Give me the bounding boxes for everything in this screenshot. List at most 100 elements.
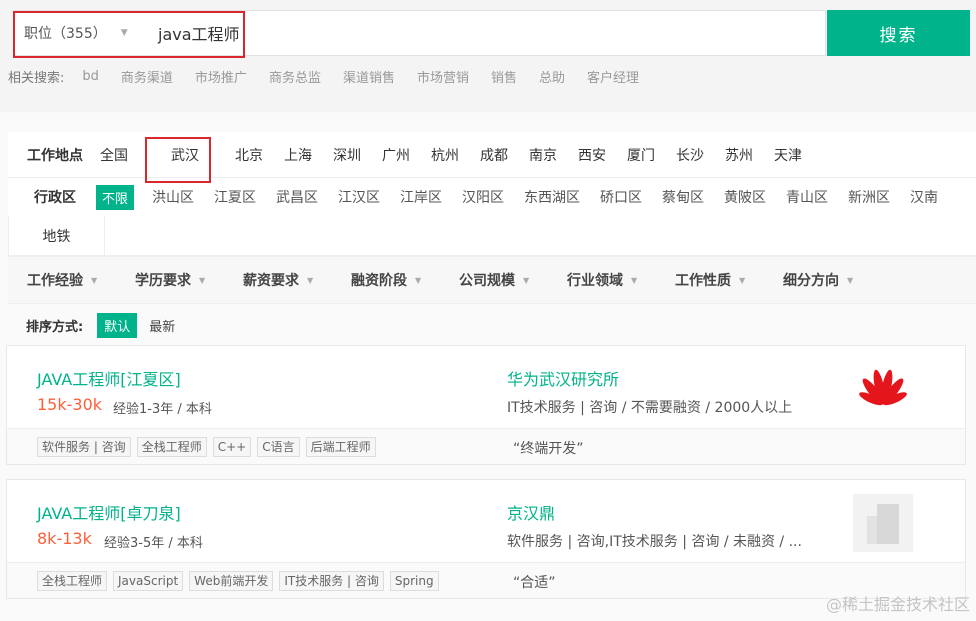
city-option[interactable]: 北京 [235, 145, 263, 165]
chevron-down-icon: ▼ [739, 275, 746, 285]
filter-dropdown-education[interactable]: 学历要求 ▼ [135, 270, 243, 290]
job-tag: IT技术服务 | 咨询 [279, 571, 384, 591]
sort-latest-button[interactable]: 最新 [149, 316, 175, 335]
search-area: 职位（355） ▼ java工程师 搜索 相关搜索: bd 商务渠道 市场推广 … [0, 0, 976, 112]
city-option[interactable]: 深圳 [333, 145, 361, 165]
district-option-all[interactable]: 不限 [96, 184, 135, 210]
chevron-down-icon: ▼ [307, 275, 314, 285]
company-industry: 软件服务 | 咨询,IT技术服务 | 咨询 / 未融资 / ... [507, 534, 802, 550]
filter-dropdown-industry[interactable]: 行业领域 ▼ [567, 270, 675, 290]
chevron-down-icon: ▼ [91, 275, 98, 285]
job-tag: Web前端开发 [189, 571, 274, 591]
district-filter-row: 行政区 不限 洪山区 江夏区 武昌区 江汉区 江岸区 汉阳区 东西湖区 硚口区 … [8, 178, 976, 216]
related-keyword[interactable]: 渠道销售 [343, 67, 395, 86]
district-option[interactable]: 江汉区 [338, 187, 380, 207]
job-tag: Spring [389, 571, 439, 591]
company-slogan: “终端开发” [513, 441, 584, 457]
dropdown-label: 公司规模 [459, 273, 515, 289]
filter-dropdown-job-type[interactable]: 工作性质 ▼ [675, 270, 783, 290]
job-card-footer: 全栈工程师 JavaScript Web前端开发 IT技术服务 | 咨询 Spr… [7, 562, 965, 598]
job-tags: 全栈工程师 JavaScript Web前端开发 IT技术服务 | 咨询 Spr… [37, 571, 445, 591]
filter-dropdown-experience[interactable]: 工作经验 ▼ [27, 270, 135, 290]
district-option[interactable]: 江夏区 [214, 187, 256, 207]
city-option[interactable]: 成都 [480, 145, 508, 165]
job-salary: 8k-13k [37, 529, 92, 548]
filter-dropdown-direction[interactable]: 细分方向 ▼ [783, 270, 891, 290]
chevron-down-icon: ▼ [415, 275, 422, 285]
district-option[interactable]: 青山区 [786, 187, 828, 207]
company-name-link[interactable]: 京汉鼎 [507, 500, 555, 524]
advanced-filter-row: 工作经验 ▼ 学历要求 ▼ 薪资要求 ▼ 融资阶段 ▼ 公司规模 ▼ 行业领域 ▼ 工作性质… [8, 256, 976, 304]
job-requirements: 经验3-5年 / 本科 [104, 536, 203, 551]
city-filter-title: 工作地点 [27, 147, 83, 164]
dropdown-label: 行业领域 [567, 273, 623, 289]
district-option[interactable]: 硚口区 [600, 187, 642, 207]
city-filter-row: 工作地点 全国 武汉 北京 上海 深圳 广州 杭州 成都 南京 西安 厦门 长沙… [8, 132, 976, 183]
district-option[interactable]: 汉阳区 [462, 187, 504, 207]
huawei-logo[interactable] [853, 360, 913, 418]
related-keyword[interactable]: 商务总监 [269, 67, 321, 86]
city-option[interactable]: 天津 [774, 145, 802, 165]
job-requirements: 经验1-3年 / 本科 [113, 402, 212, 417]
city-option[interactable]: 广州 [382, 145, 410, 165]
job-title-link[interactable]: JAVA工程师[卓刀泉] [37, 500, 181, 524]
company-slogan: “合适” [513, 575, 556, 591]
job-card: JAVA工程师[卓刀泉] 8k-13k 经验3-5年 / 本科 京汉鼎 软件服务… [6, 479, 966, 599]
job-card-footer: 软件服务 | 咨询 全栈工程师 C++ C语言 后端工程师 “终端开发” [7, 428, 965, 464]
city-option[interactable]: 厦门 [627, 145, 655, 165]
subway-tab[interactable]: 地铁 [8, 216, 105, 256]
city-option[interactable]: 上海 [284, 145, 312, 165]
city-option[interactable]: 苏州 [725, 145, 753, 165]
job-tag: 全栈工程师 [136, 437, 207, 457]
related-label: 相关搜索: [8, 70, 65, 86]
company-name-link[interactable]: 华为武汉研究所 [507, 366, 619, 390]
district-option[interactable]: 武昌区 [276, 187, 318, 207]
dropdown-label: 细分方向 [783, 273, 839, 289]
district-option[interactable]: 汉南 [910, 187, 938, 207]
job-tag: 后端工程师 [305, 437, 376, 457]
search-button[interactable]: 搜索 [827, 10, 970, 56]
highlight-box-search [13, 11, 245, 58]
related-keyword[interactable]: 总助 [539, 67, 565, 86]
filter-dropdown-salary[interactable]: 薪资要求 ▼ [243, 270, 351, 290]
related-keyword[interactable]: 销售 [491, 67, 517, 86]
related-searches: 相关搜索: bd 商务渠道 市场推广 商务总监 渠道销售 市场营销 销售 总助 … [8, 64, 661, 88]
district-option[interactable]: 蔡甸区 [662, 187, 704, 207]
related-keyword[interactable]: 市场营销 [417, 67, 469, 86]
city-option[interactable]: 西安 [578, 145, 606, 165]
related-keyword[interactable]: bd [82, 69, 99, 84]
job-card-main: JAVA工程师[卓刀泉] 8k-13k 经验3-5年 / 本科 京汉鼎 软件服务… [7, 480, 965, 562]
chevron-down-icon: ▼ [523, 275, 530, 285]
job-card-main: JAVA工程师[江夏区] 15k-30k 经验1-3年 / 本科 华为武汉研究所… [7, 346, 965, 428]
chevron-down-icon: ▼ [631, 275, 638, 285]
job-tags: 软件服务 | 咨询 全栈工程师 C++ C语言 后端工程师 [37, 437, 382, 457]
sort-label: 排序方式: [26, 319, 84, 335]
sort-bar: 排序方式: 默认 最新 [26, 312, 175, 338]
district-option[interactable]: 新洲区 [848, 187, 890, 207]
dropdown-label: 工作经验 [27, 273, 83, 289]
filter-dropdown-company-size[interactable]: 公司规模 ▼ [459, 270, 567, 290]
job-tag: C语言 [257, 437, 300, 457]
dropdown-label: 工作性质 [675, 273, 731, 289]
highlight-box-city [145, 137, 211, 183]
district-filter-title: 行政区 [34, 190, 76, 206]
subway-row-divider [105, 216, 976, 256]
related-keyword[interactable]: 市场推广 [195, 67, 247, 86]
job-salary: 15k-30k [37, 395, 103, 414]
district-option[interactable]: 黄陂区 [724, 187, 766, 207]
district-option[interactable]: 东西湖区 [524, 187, 580, 207]
job-card: JAVA工程师[江夏区] 15k-30k 经验1-3年 / 本科 华为武汉研究所… [6, 345, 966, 465]
related-keyword[interactable]: 客户经理 [587, 67, 639, 86]
city-option[interactable]: 全国 [100, 145, 128, 165]
city-option[interactable]: 长沙 [676, 145, 704, 165]
job-title-link[interactable]: JAVA工程师[江夏区] [37, 366, 181, 390]
filter-dropdown-funding[interactable]: 融资阶段 ▼ [351, 270, 459, 290]
district-option[interactable]: 洪山区 [152, 187, 194, 207]
company-logo-placeholder[interactable] [853, 494, 913, 552]
related-keyword[interactable]: 商务渠道 [121, 67, 173, 86]
sort-default-button[interactable]: 默认 [97, 312, 138, 338]
city-option[interactable]: 南京 [529, 145, 557, 165]
city-option[interactable]: 杭州 [431, 145, 459, 165]
dropdown-label: 学历要求 [135, 273, 191, 289]
district-option[interactable]: 江岸区 [400, 187, 442, 207]
